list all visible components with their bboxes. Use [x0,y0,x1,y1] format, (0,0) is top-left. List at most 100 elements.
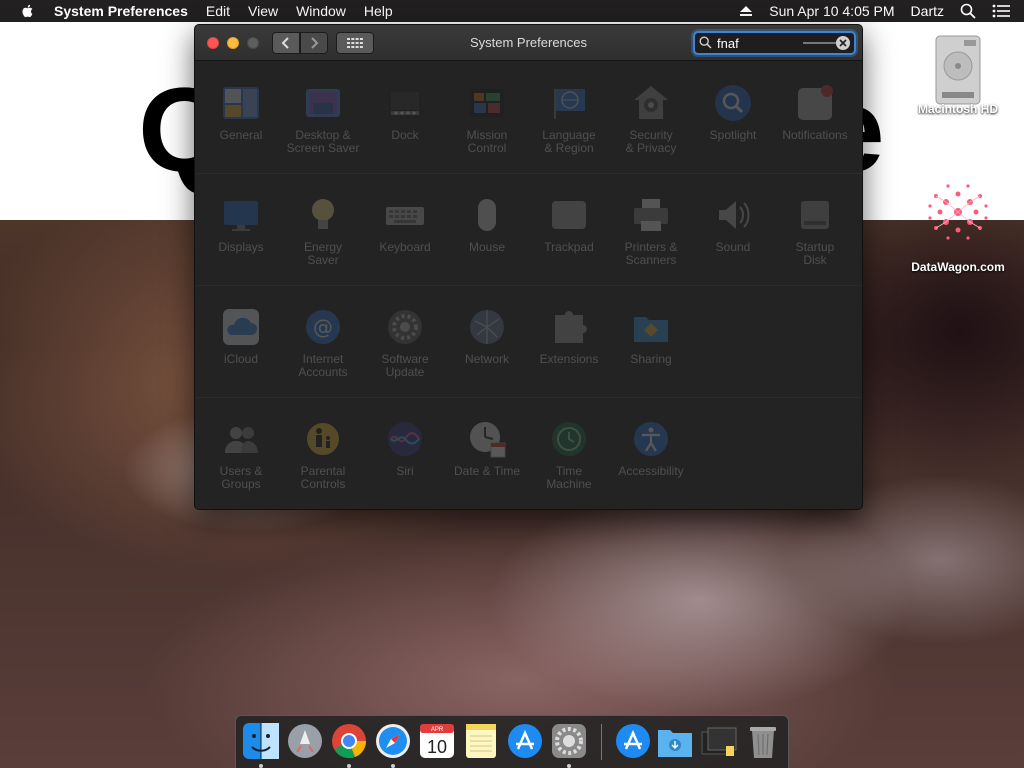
menu-edit[interactable]: Edit [206,3,230,19]
pref-security-privacy[interactable]: Security & Privacy [611,83,691,155]
pref-label: Mission Control [466,128,508,155]
pref-label: Notifications [782,128,848,142]
datawagon-logo-icon [928,184,988,240]
spotlight-search-icon[interactable] [960,3,976,19]
pref-label: Security & Privacy [625,128,677,155]
pref-sound[interactable]: Sound [693,195,773,254]
pref-software-update[interactable]: Software Update [365,307,445,379]
pref-icloud[interactable]: iCloud [201,307,281,366]
chrome-icon[interactable] [330,722,368,760]
startup-disk-icon [801,201,829,229]
finder-icon[interactable] [242,722,280,760]
pref-general[interactable]: General [201,83,281,142]
dock-divider [601,724,602,760]
speaker-icon [719,201,750,229]
svg-text:@: @ [313,315,333,339]
pref-label: Spotlight [709,128,757,142]
pref-parental-controls[interactable]: Parental Controls [283,419,363,491]
pref-internet-accounts[interactable]: @ Internet Accounts [283,307,363,379]
menu-help[interactable]: Help [364,3,393,19]
row-divider [195,285,862,286]
pref-energy-saver[interactable]: Energy Saver [283,195,363,267]
menu-app-name[interactable]: System Preferences [54,3,188,19]
pref-label: Keyboard [379,240,431,254]
pref-label: Trackpad [544,240,594,254]
desktop-icon-datawagon[interactable]: DataWagon.com [900,172,1016,274]
pref-mission-control[interactable]: Mission Control [447,83,527,155]
pref-label: Accessibility [618,464,684,478]
dock-icon [388,89,422,117]
search-input[interactable] [717,35,807,51]
pref-label: Date & Time [453,464,521,478]
pref-dock[interactable]: Dock [365,83,445,142]
menu-user[interactable]: Dartz [911,3,944,19]
desktop-icon-macintosh-hd[interactable]: Macintosh HD [906,32,1010,116]
app-store-icon[interactable] [614,722,652,760]
pref-trackpad[interactable]: Trackpad [529,195,609,254]
desktop-icon-label: Macintosh HD [917,102,998,116]
menu-view[interactable]: View [248,3,278,19]
launchpad-icon[interactable] [286,722,324,760]
pref-network[interactable]: Network [447,307,527,366]
pref-startup-disk[interactable]: Startup Disk [775,195,855,267]
pref-label: Software Update [381,352,429,379]
spotlight-icon [715,85,751,121]
pref-keyboard[interactable]: Keyboard [365,195,445,254]
running-indicator [347,764,351,768]
pref-extensions[interactable]: Extensions [529,307,609,366]
at-sign-icon: @ [306,310,340,344]
parental-controls-icon [305,421,341,457]
window-titlebar[interactable]: System Preferences [195,25,862,61]
puzzle-piece-icon [555,311,587,343]
pref-label: Displays [218,240,264,254]
search-field[interactable] [693,31,856,55]
pref-sharing[interactable]: Sharing [611,307,691,366]
pref-label: Users & Groups [219,464,263,491]
pref-label: Internet Accounts [298,352,348,379]
pref-language-region[interactable]: Language & Region [529,83,609,155]
downloads-folder-icon[interactable] [656,722,694,760]
keyboard-icon [386,207,424,225]
pref-siri[interactable]: Siri [365,419,445,478]
pref-date-time[interactable]: Date & Time [447,419,527,478]
desktop-screen-saver-icon [306,89,340,117]
apple-menu-icon[interactable] [20,3,36,19]
folder-stack-icon[interactable] [700,722,738,760]
siri-icon [388,422,422,456]
pref-accessibility[interactable]: Accessibility [611,419,691,478]
general-icon [223,87,259,119]
pref-label: Extensions [539,352,599,366]
menu-window[interactable]: Window [296,3,346,19]
pref-notifications[interactable]: Notifications [775,83,855,142]
pref-desktop-screen-saver[interactable]: Desktop & Screen Saver [283,83,363,155]
hard-drive-icon [935,35,981,105]
gear-icon [388,310,422,344]
accessibility-icon [634,422,668,456]
pref-label: Network [464,352,509,366]
lightbulb-icon [312,199,334,229]
notification-center-icon[interactable] [992,4,1010,18]
row-divider [195,397,862,398]
pref-label: Desktop & Screen Saver [286,128,360,155]
trackpad-icon [552,201,586,229]
clear-search-icon[interactable] [835,35,851,51]
pref-label: General [219,128,263,142]
app-store-icon[interactable] [506,722,544,760]
sharing-folder-icon [634,317,668,342]
notes-icon[interactable] [462,722,500,760]
pref-spotlight[interactable]: Spotlight [693,83,773,142]
pref-printers-scanners[interactable]: Printers & Scanners [611,195,691,267]
pref-displays[interactable]: Displays [201,195,281,254]
calendar-day: 10 [427,737,447,757]
row-divider [195,173,862,174]
calendar-icon[interactable]: APR 10 [418,722,456,760]
pref-time-machine[interactable]: Time Machine [529,419,609,491]
safari-icon[interactable] [374,722,412,760]
pref-users-groups[interactable]: Users & Groups [201,419,281,491]
eject-icon[interactable] [739,5,753,17]
menu-clock[interactable]: Sun Apr 10 4:05 PM [769,3,894,19]
trash-icon[interactable] [744,722,782,760]
pref-mouse[interactable]: Mouse [447,195,527,254]
printer-icon [634,199,668,231]
system-preferences-icon[interactable] [550,722,588,760]
